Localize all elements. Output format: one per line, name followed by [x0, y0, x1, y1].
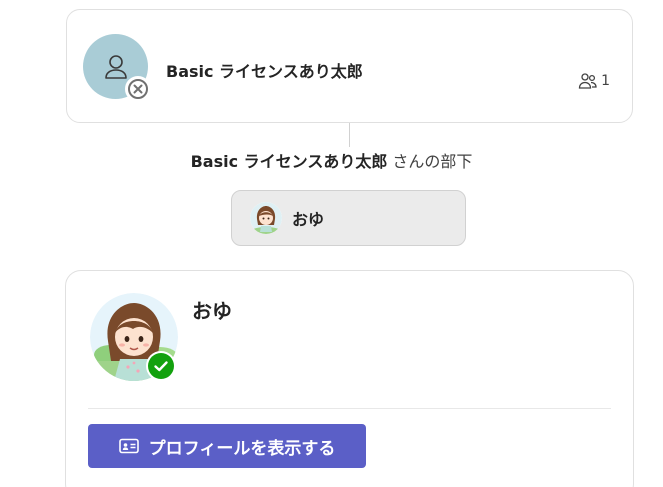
card-divider — [88, 408, 611, 409]
direct-reports-count-value: 1 — [601, 73, 610, 89]
direct-report-name: おゆ — [292, 210, 325, 229]
reports-section-suffix: さんの部下 — [387, 152, 473, 171]
view-profile-button[interactable]: プロフィールを表示する — [88, 424, 366, 468]
person-icon — [104, 54, 127, 79]
contact-card-icon — [118, 438, 139, 454]
direct-reports-count[interactable]: 1 — [578, 72, 610, 90]
org-connector-line — [349, 123, 350, 147]
person-name: おゆ — [192, 299, 232, 323]
direct-report-avatar — [250, 202, 282, 234]
presence-offline-icon — [125, 76, 151, 102]
view-profile-button-label: プロフィールを表示する — [148, 438, 336, 459]
presence-available-icon — [146, 351, 176, 381]
manager-name: Basic ライセンスあり太郎 — [166, 62, 363, 81]
person-card: おゆ プロフィールを表示する — [65, 270, 634, 487]
direct-report-item[interactable]: おゆ — [231, 190, 466, 246]
reports-section-title: Basic ライセンスあり太郎 さんの部下 — [0, 148, 663, 172]
people-icon — [578, 73, 597, 89]
reports-section-manager-name: Basic ライセンスあり太郎 — [190, 152, 388, 171]
manager-card[interactable]: Basic ライセンスあり太郎 1 — [66, 9, 633, 123]
